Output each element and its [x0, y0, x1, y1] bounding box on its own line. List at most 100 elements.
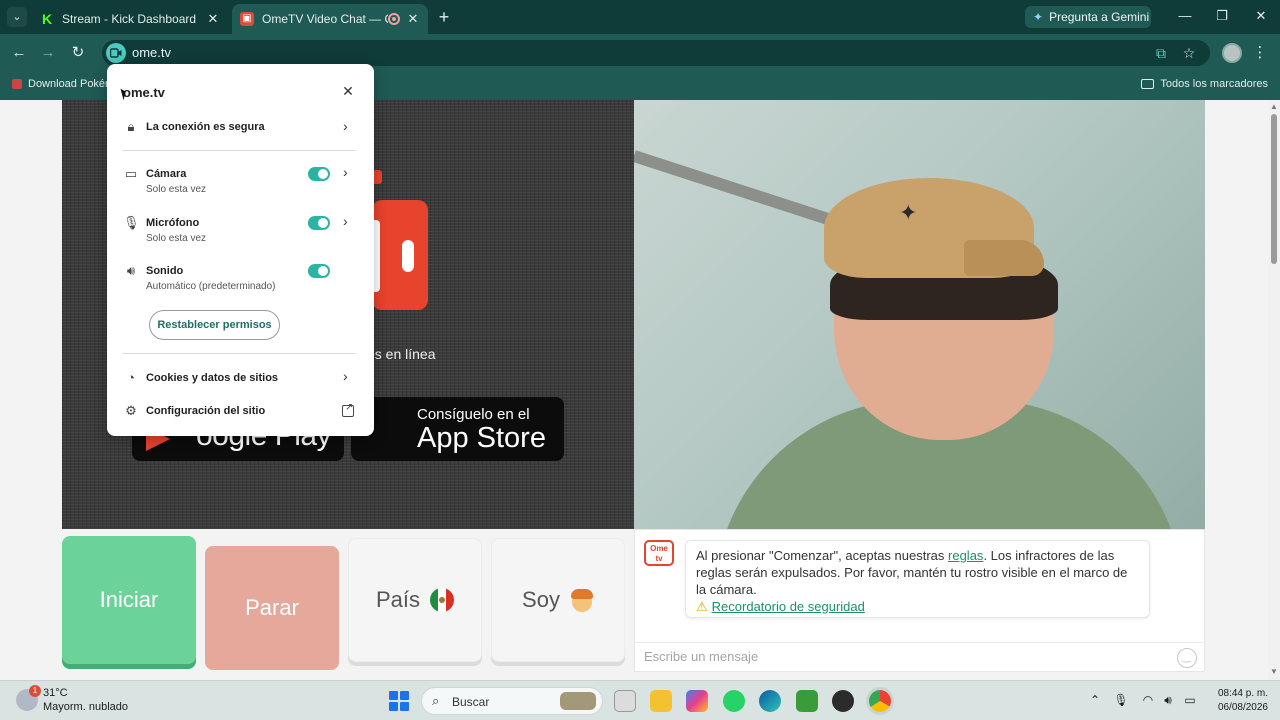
- cookies-label: Cookies y datos de sitios: [146, 372, 279, 384]
- whatsapp-icon[interactable]: [723, 690, 745, 712]
- file-explorer-icon[interactable]: [650, 690, 672, 712]
- bookmark-favicon-icon: [12, 79, 22, 89]
- time-text: 08:44 p. m.: [1217, 688, 1268, 699]
- sound-label: Sonido: [146, 265, 184, 277]
- connection-secure-row[interactable]: 🔒︎ La conexión es segura ›: [107, 118, 374, 142]
- camera-permission-row[interactable]: ▭ Cámara Solo esta vez ›: [107, 164, 374, 200]
- reload-button[interactable]: ↻: [68, 43, 88, 63]
- microphone-permission-row[interactable]: 🎙︎ Micrófono Solo esta vez ›: [107, 213, 374, 249]
- divider: [123, 353, 356, 354]
- search-highlight-image: [560, 692, 596, 710]
- search-label: Buscar: [452, 695, 490, 709]
- page-scrollbar[interactable]: ▲ ▼: [1268, 100, 1280, 680]
- windows-start-icon[interactable]: [389, 691, 409, 711]
- chevron-right-icon[interactable]: ›: [343, 213, 348, 229]
- reset-permissions-button[interactable]: Restablecer permisos: [149, 310, 280, 340]
- browser-menu-icon[interactable]: ⋮: [1252, 43, 1268, 61]
- self-camera-pane: ✦: [634, 100, 1205, 529]
- recording-indicator-icon: [388, 13, 400, 25]
- camera-toggle[interactable]: [308, 167, 330, 181]
- notification-badge: 1: [29, 685, 41, 697]
- microphone-icon: 🎙︎: [123, 215, 140, 230]
- minimize-window-button[interactable]: —: [1175, 8, 1195, 23]
- close-popup-icon[interactable]: ✕: [341, 83, 355, 100]
- tab-search-button[interactable]: ⌄: [7, 7, 27, 27]
- tab-title: OmeTV Video Chat — Ome: [262, 12, 388, 26]
- gemini-label: Pregunta a Gemini: [1049, 10, 1150, 24]
- gender-label: Soy: [522, 587, 560, 612]
- battery-icon[interactable]: ▭: [1182, 693, 1198, 707]
- edge-icon[interactable]: [759, 690, 781, 712]
- back-button[interactable]: ←: [9, 43, 29, 63]
- country-filter-button[interactable]: País: [348, 538, 482, 662]
- taskbar-search[interactable]: ⌕ Buscar: [421, 687, 603, 715]
- emoji-icon[interactable]: [1177, 648, 1197, 668]
- show-hidden-icons-icon[interactable]: ⌃: [1087, 693, 1103, 707]
- safety-reminder-link[interactable]: Recordatorio de seguridad: [712, 599, 865, 614]
- microphone-tray-icon[interactable]: 🎙︎: [1113, 693, 1129, 707]
- control-buttons: Iniciar Parar País Soy: [62, 536, 634, 678]
- microphone-sub: Solo esta vez: [146, 233, 207, 244]
- chevron-right-icon: ›: [343, 368, 348, 384]
- ometv-logo-icon: [370, 200, 428, 310]
- task-view-icon[interactable]: [614, 690, 636, 712]
- scroll-thumb[interactable]: [1271, 114, 1277, 264]
- minecraft-icon[interactable]: [796, 690, 818, 712]
- tab-kick-dashboard[interactable]: K Stream - Kick Dashboard ✕: [32, 4, 228, 34]
- volume-icon[interactable]: 🔊︎: [1160, 693, 1176, 708]
- app-store-badge[interactable]: Consíguelo en el App Store: [351, 397, 564, 461]
- sound-toggle[interactable]: [308, 264, 330, 278]
- gemini-sparkle-icon: ✦: [1033, 10, 1044, 24]
- rules-link[interactable]: reglas: [948, 548, 983, 563]
- new-tab-button[interactable]: +: [434, 7, 454, 27]
- start-button[interactable]: Iniciar: [62, 536, 196, 664]
- profile-avatar[interactable]: [1222, 43, 1242, 63]
- camera-icon: ▭: [124, 166, 138, 181]
- app-store-title: App Store: [417, 422, 546, 454]
- message-input[interactable]: [644, 649, 1164, 664]
- address-bar[interactable]: ome.tv ⧉ ☆: [102, 40, 1210, 66]
- stop-button[interactable]: Parar: [205, 546, 339, 670]
- screen-share-icon[interactable]: ⧉: [1152, 44, 1170, 62]
- gender-button[interactable]: Soy: [491, 538, 625, 662]
- cookies-row[interactable]: ◔ Cookies y datos de sitios ›: [107, 368, 374, 390]
- sound-permission-row[interactable]: 🔊︎ Sonido Automático (predeterminado): [107, 263, 374, 297]
- wifi-icon[interactable]: ◠: [1140, 693, 1156, 707]
- close-tab-icon[interactable]: ✕: [406, 11, 420, 27]
- obs-icon[interactable]: [832, 690, 854, 712]
- copilot-icon[interactable]: [686, 690, 708, 712]
- tab-ometv[interactable]: ▣ OmeTV Video Chat — Ome ✕: [232, 4, 428, 34]
- open-external-icon: [342, 402, 354, 417]
- system-message: Al presionar "Comenzar", aceptas nuestra…: [685, 540, 1150, 618]
- message-text-pre: Al presionar "Comenzar", aceptas nuestra…: [696, 548, 949, 563]
- weather-description: Mayorm. nublado: [43, 701, 128, 713]
- date-text: 06/08/2026: [1217, 702, 1268, 713]
- chevron-right-icon[interactable]: ›: [343, 164, 348, 180]
- stop-label: Parar: [245, 595, 299, 620]
- scroll-up-icon[interactable]: ▲: [1270, 103, 1278, 111]
- forward-button[interactable]: →: [38, 43, 58, 63]
- windows-taskbar: 1 31°C Mayorm. nublado ⌕ Buscar ⌃ 🎙︎ ◠ 🔊…: [0, 680, 1280, 720]
- site-info-button[interactable]: [106, 43, 126, 63]
- users-online-text: os en línea: [367, 346, 436, 362]
- close-window-button[interactable]: ✕: [1251, 8, 1271, 24]
- chat-panel: Ome tv Al presionar "Comenzar", aceptas …: [634, 529, 1206, 672]
- chrome-icon[interactable]: [869, 690, 891, 712]
- person-cap-brim-image: [964, 240, 1044, 276]
- microphone-label: Micrófono: [146, 217, 200, 229]
- site-settings-row[interactable]: ⚙ Configuración del sitio: [107, 402, 374, 423]
- secure-label: La conexión es segura: [146, 121, 265, 133]
- scroll-down-icon[interactable]: ▼: [1270, 668, 1278, 676]
- all-bookmarks-button[interactable]: Todos los marcadores: [1141, 78, 1268, 90]
- microphone-toggle[interactable]: [308, 216, 330, 230]
- gemini-button[interactable]: ✦ Pregunta a Gemini: [1025, 6, 1151, 28]
- bookmark-star-icon[interactable]: ☆: [1180, 44, 1198, 62]
- close-tab-icon[interactable]: ✕: [206, 11, 220, 27]
- clock[interactable]: 08:44 p. m. 06/08/2026: [1206, 687, 1268, 715]
- folder-icon: [1141, 79, 1155, 89]
- bookmark-label: Download Pokém: [28, 78, 115, 90]
- divider: [123, 150, 356, 151]
- weather-widget[interactable]: 1 31°C Mayorm. nublado: [16, 685, 136, 715]
- restore-window-button[interactable]: ❐: [1212, 8, 1232, 24]
- bookmark-item[interactable]: Download Pokém: [12, 78, 114, 90]
